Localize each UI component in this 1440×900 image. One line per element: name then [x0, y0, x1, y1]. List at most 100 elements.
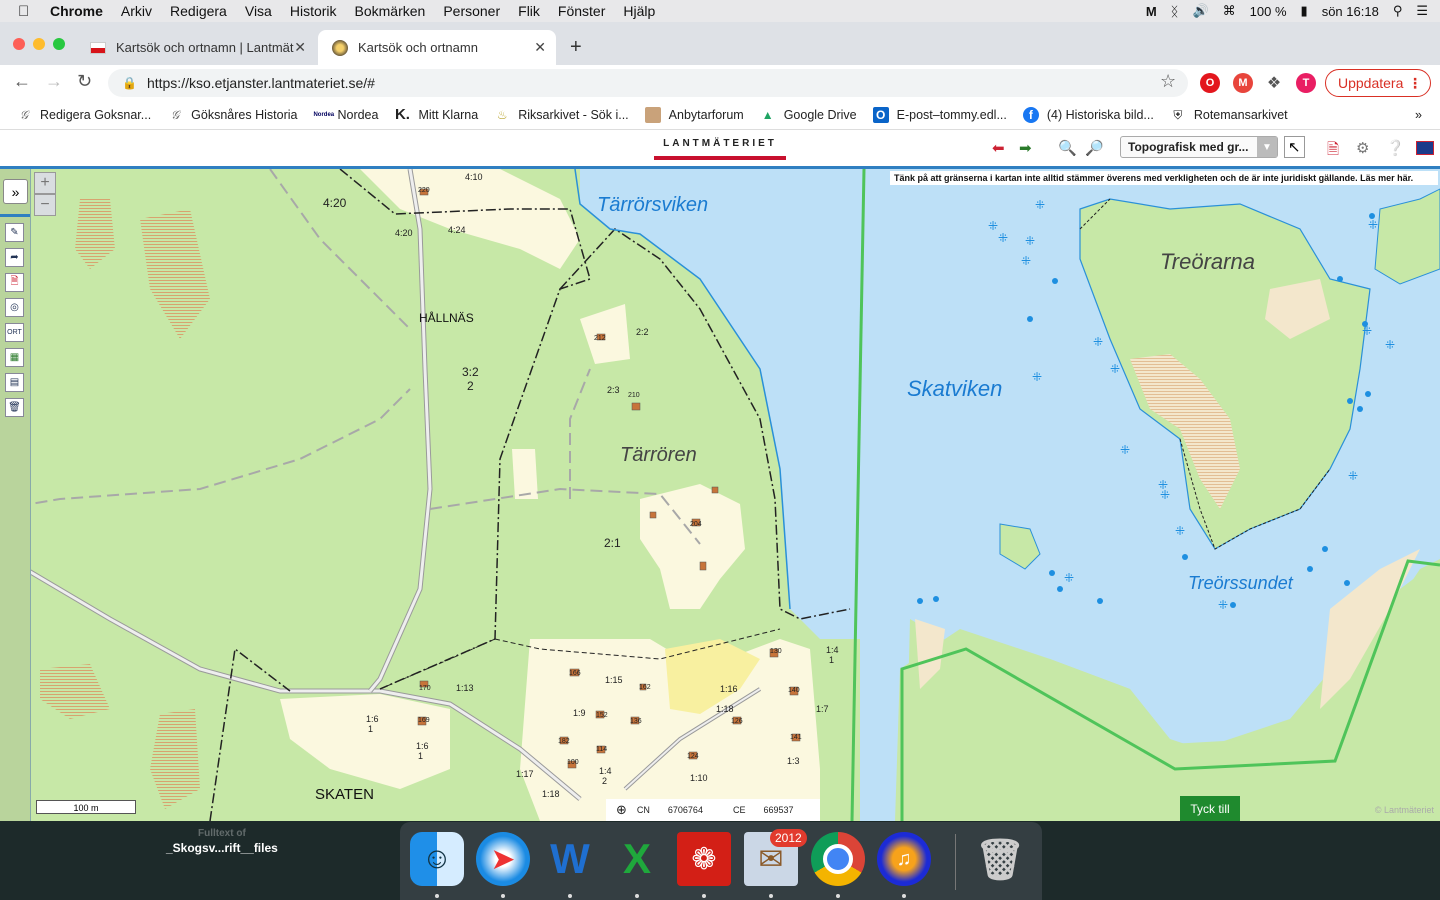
zoom-in-icon[interactable]: 🔎: [1085, 139, 1104, 157]
search-binoculars-icon[interactable]: ◎: [5, 298, 24, 317]
bookmark-item[interactable]: Nordea Nordea: [313, 107, 378, 123]
profile-avatar[interactable]: T: [1296, 73, 1316, 93]
volume-icon[interactable]: 🔊: [1192, 3, 1208, 19]
grid-tool-icon[interactable]: ▦: [5, 348, 24, 367]
tab-inactive[interactable]: Kartsök och ortnamn | Lantmät ✕: [76, 30, 316, 65]
menu-visa[interactable]: Visa: [245, 3, 272, 19]
map-view[interactable]: ⁜ ⁜ ⁜ ⁜ ⁜ ⁜ ⁜ ⁜ ⁜ ⁜ ⁜ ⁜ ⁜ ⁜ ⁜ ⁜ ⁜ ⁜ Tänk på att grän…: [0, 169, 1440, 821]
map-type-select[interactable]: Topografisk med gr... ▼: [1120, 136, 1278, 158]
zoom-window-button[interactable]: [53, 38, 65, 50]
close-tab-icon[interactable]: ✕: [534, 39, 546, 56]
zoom-minus-button[interactable]: −: [34, 194, 56, 216]
lantmateriet-logo[interactable]: LANTMÄTERIET: [654, 138, 786, 160]
chevron-down-icon[interactable]: ▼: [1257, 137, 1277, 157]
place-name-icon[interactable]: ORT: [5, 323, 24, 342]
bluetooth-icon[interactable]: ᛝ: [1171, 4, 1179, 19]
clock[interactable]: sön 16:18: [1322, 4, 1379, 19]
battery-icon[interactable]: ▮: [1301, 3, 1308, 19]
bookmark-item[interactable]: O E-post–tommy.edl...: [872, 107, 1007, 123]
parcel-label: 1: [368, 724, 374, 734]
back-icon[interactable]: ←: [13, 71, 31, 92]
close-tab-icon[interactable]: ✕: [294, 39, 306, 56]
control-center-icon[interactable]: ☰: [1416, 3, 1428, 19]
apple-icon[interactable]: : [18, 3, 38, 20]
bookmarks-overflow-icon[interactable]: »: [1415, 108, 1422, 122]
trash-tool-icon[interactable]: 🗑: [5, 398, 24, 417]
arrow-forward-icon[interactable]: ➡: [1019, 139, 1032, 157]
uk-flag-icon[interactable]: [1416, 141, 1434, 155]
malwarebytes-icon[interactable]: M: [1146, 4, 1157, 19]
feedback-button[interactable]: Tyck till: [1180, 796, 1240, 821]
word-icon[interactable]: W: [543, 832, 597, 886]
bookmark-item[interactable]: ⛨ Rotemansarkivet: [1170, 107, 1288, 123]
crosshair-icon[interactable]: ⊕: [616, 802, 627, 818]
legend-tool-icon[interactable]: ▤: [5, 373, 24, 392]
zoom-out-icon[interactable]: 🔍: [1058, 139, 1077, 157]
bookmark-item[interactable]: Anbytarforum: [644, 107, 744, 123]
bookmark-item[interactable]: ▲ Google Drive: [760, 107, 857, 123]
marsh-3: [40, 664, 110, 719]
pdf-icon[interactable]: 🗎: [1327, 139, 1339, 164]
bookmark-item[interactable]: ♨ Riksarkivet - Sök i...: [494, 107, 629, 123]
house-number: 210: [628, 392, 640, 399]
pointer-tool-icon[interactable]: ↖: [1284, 136, 1305, 158]
house-number: 204: [690, 521, 702, 528]
measure-tool-icon[interactable]: ✎: [5, 223, 24, 242]
bookmark-item[interactable]: K. Mitt Klarna: [394, 107, 478, 123]
menu-arkiv[interactable]: Arkiv: [121, 3, 152, 19]
opera-extension-icon[interactable]: O: [1200, 73, 1220, 93]
bookmark-star-icon[interactable]: ☆: [1160, 71, 1176, 92]
pdf-export-icon[interactable]: 🗎: [5, 273, 24, 292]
excel-icon[interactable]: X: [610, 832, 664, 886]
house-number: 162: [639, 684, 651, 691]
zoom-plus-button[interactable]: +: [34, 172, 56, 194]
gear-icon[interactable]: ⚙: [1356, 139, 1369, 157]
audacity-icon[interactable]: ♫: [877, 832, 931, 886]
menu-bokmarken[interactable]: Bokmärken: [355, 3, 426, 19]
label-treorarna: Treörarna: [1160, 249, 1255, 274]
bookmark-item[interactable]: 𝒢 Redigera Goksnar...: [16, 107, 151, 123]
forward-icon[interactable]: →: [45, 71, 63, 92]
map-disclaimer[interactable]: Tänk på att gränserna i kartan inte allt…: [890, 171, 1438, 185]
menu-redigera[interactable]: Redigera: [170, 3, 227, 19]
menu-historik[interactable]: Historik: [290, 3, 337, 19]
parcel-label: 2: [467, 379, 474, 393]
svg-text:⁜: ⁜: [1032, 370, 1042, 384]
drive-icon: ▲: [761, 108, 774, 122]
update-button[interactable]: Uppdatera ⋮: [1325, 69, 1431, 97]
reload-icon[interactable]: ↻: [77, 71, 92, 92]
lock-icon[interactable]: 🔒: [122, 76, 137, 90]
chrome-icon[interactable]: [811, 832, 865, 886]
close-window-button[interactable]: [13, 38, 25, 50]
trash-icon[interactable]: 🗑: [973, 832, 1027, 886]
gmail-extension-icon[interactable]: M: [1233, 73, 1253, 93]
menu-flik[interactable]: Flik: [518, 3, 540, 19]
kebab-menu-icon[interactable]: ⋮: [1408, 75, 1422, 92]
expand-panel-icon[interactable]: »: [3, 179, 28, 204]
menu-hjalp[interactable]: Hjälp: [623, 3, 655, 19]
house-number: 141: [790, 734, 802, 741]
extensions-puzzle-icon[interactable]: ❖: [1264, 73, 1284, 93]
safari-icon[interactable]: ➤: [476, 832, 530, 886]
clearing-north: [360, 169, 580, 269]
bookmark-item[interactable]: 𝒢 Göksnåres Historia: [167, 107, 298, 123]
bookmark-label: Rotemansarkivet: [1193, 108, 1288, 122]
menu-app-name[interactable]: Chrome: [50, 3, 103, 19]
new-tab-icon[interactable]: +: [570, 36, 582, 59]
tab-active[interactable]: Kartsök och ortnamn ✕: [318, 30, 556, 65]
share-link-icon[interactable]: ➦: [5, 248, 24, 267]
minimize-window-button[interactable]: [33, 38, 45, 50]
bookmark-item[interactable]: f (4) Historiska bild...: [1022, 107, 1154, 123]
wifi-icon[interactable]: ⌘: [1223, 3, 1236, 19]
finder-icon[interactable]: ☺: [410, 832, 464, 886]
acrobat-icon[interactable]: ❁: [677, 832, 731, 886]
help-icon[interactable]: ❔: [1386, 139, 1405, 157]
menu-personer[interactable]: Personer: [443, 3, 500, 19]
menu-fonster[interactable]: Fönster: [558, 3, 605, 19]
spotlight-icon[interactable]: ⚲: [1393, 3, 1403, 19]
arrow-back-icon[interactable]: ⬅: [992, 139, 1005, 157]
desktop-file-label[interactable]: Fulltext of _Skogsv...rift__files: [166, 826, 278, 856]
address-bar[interactable]: 🔒 https://kso.etjanster.lantmateriet.se/…: [108, 69, 1188, 97]
shield-icon: ⛨: [1173, 108, 1183, 122]
battery-text[interactable]: 100 %: [1250, 4, 1287, 19]
